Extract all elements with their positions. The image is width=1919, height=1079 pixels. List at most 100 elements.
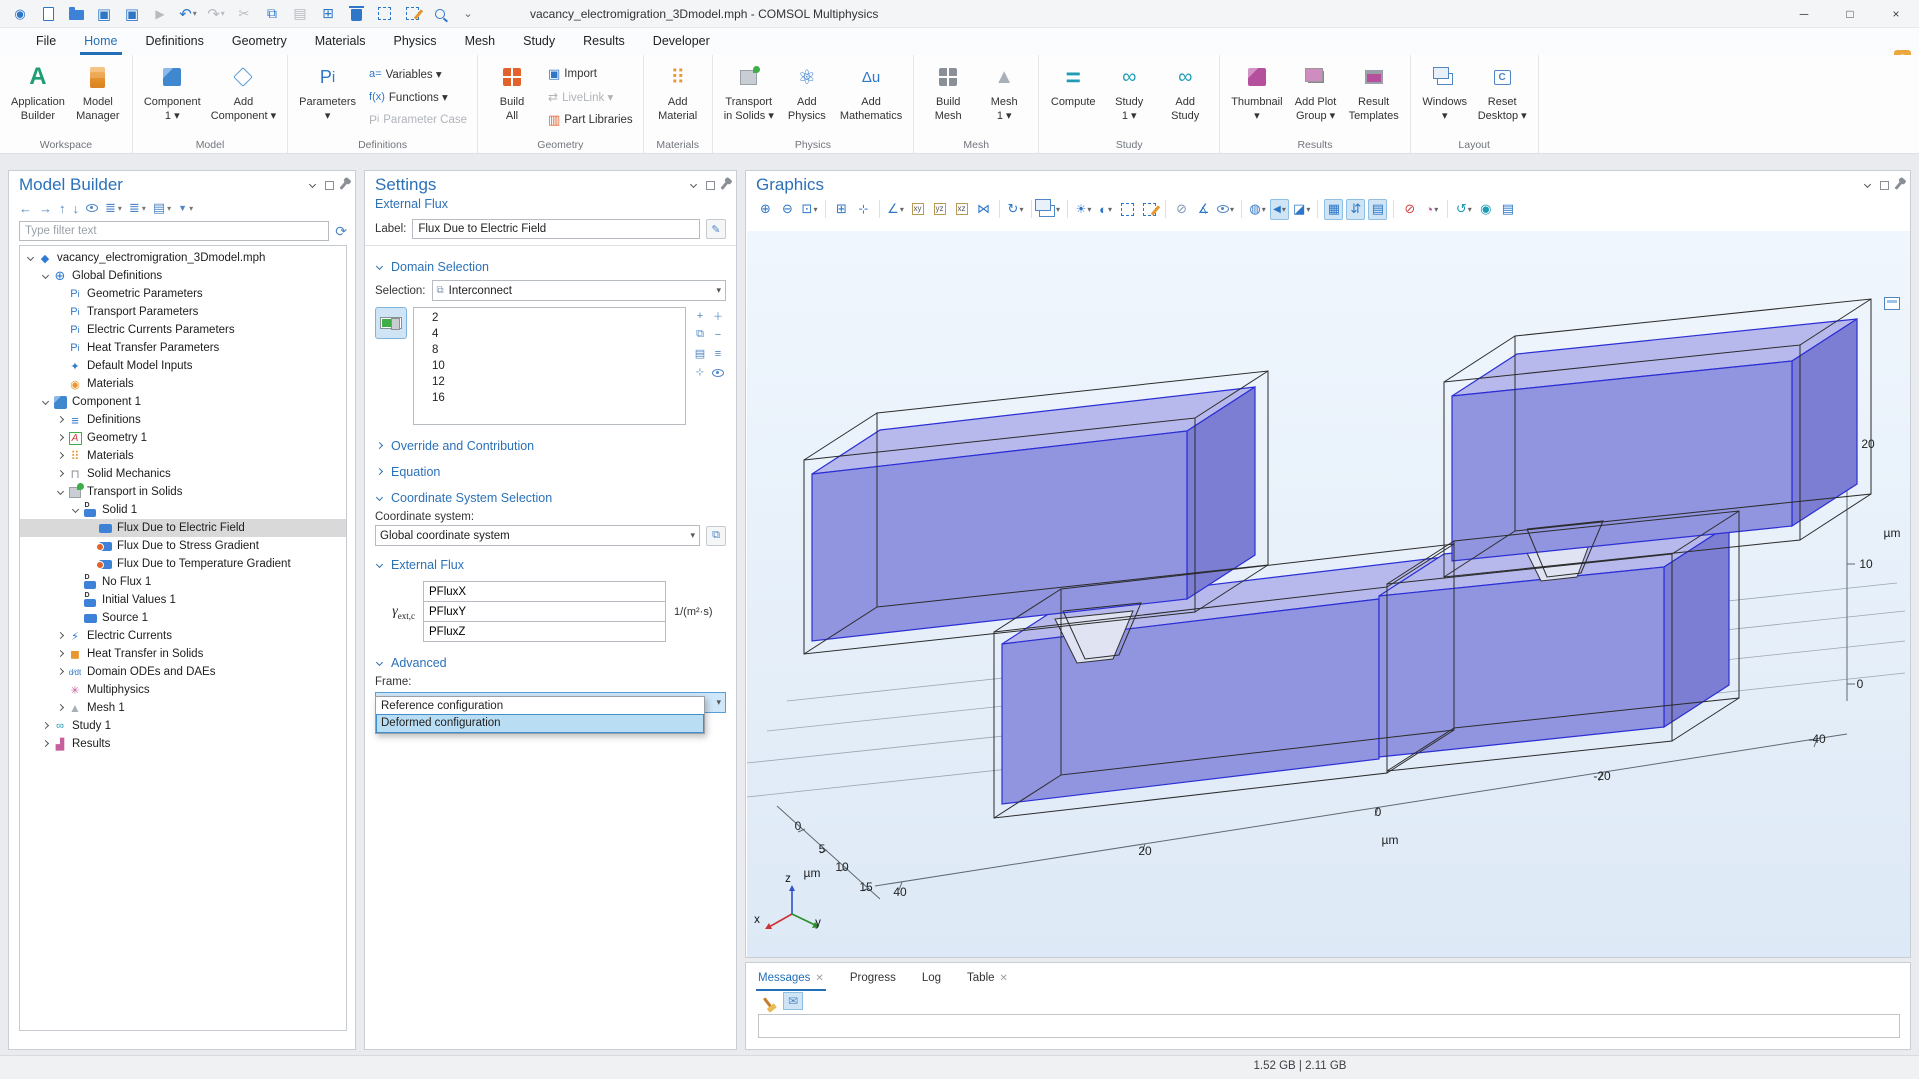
flux-field-input[interactable] (423, 621, 666, 642)
label-input[interactable] (412, 219, 700, 239)
tree-item[interactable]: PiGeometric Parameters (20, 285, 346, 303)
coordinate-system-dropdown[interactable]: Global coordinate system ▾ (375, 525, 700, 546)
rename-label-button[interactable]: ✎ (706, 219, 726, 239)
copy-selection-button[interactable]: ⧉ (692, 326, 708, 343)
menu-tab-materials[interactable]: Materials (301, 28, 380, 55)
menu-tab-home[interactable]: Home (70, 28, 131, 55)
flip-view-button[interactable]: ⋈ (974, 199, 993, 220)
transport-in-solids-button[interactable]: Transport in Solids ▾ (719, 59, 779, 135)
expander-icon[interactable] (54, 651, 66, 658)
variables-button[interactable]: a=Variables ▾ (365, 63, 471, 84)
show-button[interactable] (86, 204, 98, 212)
tree-item[interactable]: ⚡Electric Currents (20, 627, 346, 645)
tree-item[interactable]: PiElectric Currents Parameters (20, 321, 346, 339)
pin-panel-icon[interactable] (1894, 181, 1902, 190)
copy-button[interactable]: ⧉ (260, 3, 284, 25)
panel-menu-icon[interactable] (309, 180, 316, 187)
tree-item[interactable]: ⊓Solid Mechanics (20, 465, 346, 483)
view-xy-button[interactable]: xy (908, 199, 927, 220)
plot-info-icon[interactable] (1884, 297, 1900, 310)
remove-from-selection-button[interactable]: − (710, 326, 726, 343)
compute-button[interactable]: =Compute (1045, 59, 1101, 135)
transparency-button[interactable]: ◪▾ (1292, 199, 1311, 220)
tree-item[interactable]: ◆vacancy_electromigration_3Dmodel.mph (20, 249, 346, 267)
domain-list-item[interactable]: 8 (414, 342, 685, 358)
menu-tab-geometry[interactable]: Geometry (218, 28, 301, 55)
zoom-in-button[interactable]: ⊕ (756, 199, 775, 220)
hide-objects-button[interactable]: ⊘ (1172, 199, 1191, 220)
measure-button[interactable]: ∡ (1194, 199, 1213, 220)
tree-item[interactable]: DInitial Values 1 (20, 591, 346, 609)
menu-tab-physics[interactable]: Physics (379, 28, 450, 55)
create-selection-button[interactable]: + (692, 307, 708, 324)
print-button[interactable]: ▤ (1498, 199, 1517, 220)
view-yz-button[interactable]: yz (930, 199, 949, 220)
clear-messages-button[interactable] (758, 992, 778, 1010)
go-back-button[interactable]: ← (19, 201, 32, 216)
expander-icon[interactable] (54, 669, 66, 676)
tree-item[interactable]: ▟Results (20, 735, 346, 753)
find-button[interactable] (428, 3, 452, 25)
flux-field-input[interactable] (423, 601, 666, 622)
domain-list-item[interactable]: 12 (414, 374, 685, 390)
expander-icon[interactable] (54, 705, 66, 712)
save-button[interactable]: ▣ (92, 3, 116, 25)
tree-item[interactable]: AGeometry 1 (20, 429, 346, 447)
domain-list-item[interactable]: 2 (414, 310, 685, 326)
save-as-button[interactable]: ▣ (120, 3, 144, 25)
zoom-box-button[interactable]: ⊡▾ (800, 199, 819, 220)
tree-item[interactable]: ✳Multiphysics (20, 681, 346, 699)
deselect-box-button[interactable] (1140, 199, 1159, 220)
zoom-to-selection-button[interactable]: ⊹ (692, 364, 708, 381)
pin-panel-icon[interactable] (720, 181, 728, 190)
tree-item[interactable]: d∕dtDomain ODEs and DAEs (20, 663, 346, 681)
tree-item[interactable]: Flux Due to Temperature Gradient (20, 555, 346, 573)
fit-window-button[interactable]: ⊹ (854, 199, 873, 220)
sound-button[interactable]: ◀▾ (1270, 199, 1289, 220)
visibility-button[interactable]: ▾ (1216, 199, 1235, 220)
float-panel-icon[interactable] (706, 181, 715, 190)
result-templates-button[interactable]: Result Templates (1344, 59, 1404, 135)
tree-item[interactable]: PiTransport Parameters (20, 303, 346, 321)
tree-item[interactable]: PiHeat Transfer Parameters (20, 339, 346, 357)
grid-plot-button[interactable]: ▤ (1368, 199, 1387, 220)
messages-content[interactable] (758, 1014, 1900, 1038)
model-manager-button[interactable]: Model Manager (70, 59, 126, 135)
study-1-button[interactable]: ∞Study 1 ▾ (1101, 59, 1157, 135)
expander-icon[interactable] (39, 741, 51, 748)
expander-icon[interactable] (24, 255, 36, 262)
tree-item[interactable]: Transport in Solids (20, 483, 346, 501)
refresh-icon[interactable]: ⟳ (335, 223, 347, 240)
tree-item[interactable]: Flux Due to Electric Field (20, 519, 346, 537)
tree-item[interactable]: ▲Mesh 1 (20, 699, 346, 717)
frame-option[interactable]: Deformed configuration (377, 715, 703, 732)
component-1-button[interactable]: Component 1 ▾ (139, 59, 206, 135)
menu-tab-developer[interactable]: Developer (639, 28, 724, 55)
redo-button[interactable]: ↷▾ (204, 3, 228, 25)
environment-button[interactable]: ◐▾ (1096, 199, 1115, 220)
color-palette-button[interactable]: ◔▾ (1422, 199, 1441, 220)
expander-icon[interactable] (54, 417, 66, 424)
go-forward-button[interactable]: → (39, 201, 52, 216)
add-material-button[interactable]: ⠿Add Material (650, 59, 706, 135)
add-mathematics-button[interactable]: ΔuAdd Mathematics (835, 59, 907, 135)
select-frame-button[interactable] (372, 3, 396, 25)
float-panel-icon[interactable] (1880, 181, 1889, 190)
paste-selection-button[interactable]: ▤ (692, 345, 708, 362)
expander-icon[interactable] (54, 435, 66, 442)
scene-light-button[interactable]: ☀▾ (1074, 199, 1093, 220)
scene-settings-button[interactable]: ◍▾ (1248, 199, 1267, 220)
domain-list-item[interactable]: 4 (414, 326, 685, 342)
section-domain-selection[interactable]: Domain Selection (375, 254, 726, 280)
expander-icon[interactable] (39, 273, 51, 280)
paste-button[interactable]: ▤ (288, 3, 312, 25)
domain-list-item[interactable]: 16 (414, 390, 685, 406)
section-external-flux[interactable]: External Flux (375, 552, 726, 578)
tree-item[interactable]: Flux Due to Stress Gradient (20, 537, 346, 555)
close-tab-icon[interactable]: ✕ (1000, 973, 1008, 984)
float-panel-icon[interactable] (325, 181, 334, 190)
collapse-all-button[interactable]: ≣▾ (129, 200, 146, 216)
tree-item[interactable]: ≡Definitions (20, 411, 346, 429)
default-view-button[interactable]: ∠▾ (886, 199, 905, 220)
new-file-button[interactable] (36, 3, 60, 25)
